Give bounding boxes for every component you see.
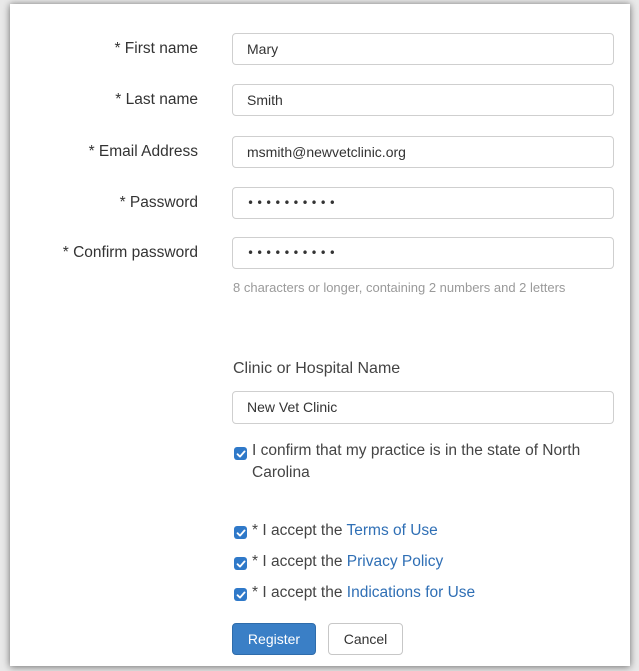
email-field[interactable]: msmith@newvetclinic.org bbox=[232, 136, 614, 168]
checkmark-icon bbox=[236, 560, 245, 567]
first-name-field[interactable]: Mary bbox=[232, 33, 614, 65]
password-row: * Password •••••••••• bbox=[10, 187, 630, 219]
password-hint: 8 characters or longer, containing 2 num… bbox=[233, 280, 566, 295]
email-label: * Email Address bbox=[88, 143, 198, 160]
privacy-policy-link[interactable]: Privacy Policy bbox=[347, 553, 443, 570]
last-name-label: * Last name bbox=[115, 91, 198, 108]
indications-accept-prefix: * I accept the bbox=[252, 584, 347, 601]
checkmark-icon bbox=[236, 529, 245, 536]
terms-accept-prefix: * I accept the bbox=[252, 522, 347, 539]
privacy-accept-text: * I accept the Privacy Policy bbox=[252, 551, 443, 573]
checkmark-icon bbox=[236, 450, 245, 457]
indications-for-use-link[interactable]: Indications for Use bbox=[347, 584, 475, 601]
clinic-name-label: Clinic or Hospital Name bbox=[233, 360, 401, 377]
terms-accept-text: * I accept the Terms of Use bbox=[252, 520, 438, 542]
state-confirm-text: I confirm that my practice is in the sta… bbox=[252, 442, 581, 481]
checkmark-icon bbox=[236, 591, 245, 598]
confirm-password-row: * Confirm password •••••••••• bbox=[10, 237, 630, 269]
cancel-button[interactable]: Cancel bbox=[328, 623, 403, 655]
email-row: * Email Address msmith@newvetclinic.org bbox=[10, 136, 630, 168]
confirm-password-label: * Confirm password bbox=[62, 244, 198, 261]
terms-checkbox[interactable] bbox=[234, 526, 247, 539]
last-name-field[interactable]: Smith bbox=[232, 84, 614, 116]
password-field[interactable]: •••••••••• bbox=[232, 187, 614, 219]
first-name-label: * First name bbox=[114, 40, 198, 57]
privacy-accept-prefix: * I accept the bbox=[252, 553, 347, 570]
privacy-checkbox[interactable] bbox=[234, 557, 247, 570]
last-name-row: * Last name Smith bbox=[10, 84, 630, 116]
confirm-password-field[interactable]: •••••••••• bbox=[232, 237, 614, 269]
terms-of-use-link[interactable]: Terms of Use bbox=[347, 522, 438, 539]
register-button[interactable]: Register bbox=[232, 623, 316, 655]
state-confirm-checkbox[interactable] bbox=[234, 447, 247, 460]
registration-panel: * First name Mary * Last name Smith * Em… bbox=[10, 4, 630, 666]
first-name-row: * First name Mary bbox=[10, 33, 630, 65]
clinic-name-field[interactable]: New Vet Clinic bbox=[232, 391, 614, 424]
password-label: * Password bbox=[119, 194, 198, 211]
indications-checkbox[interactable] bbox=[234, 588, 247, 601]
indications-accept-text: * I accept the Indications for Use bbox=[252, 582, 475, 604]
